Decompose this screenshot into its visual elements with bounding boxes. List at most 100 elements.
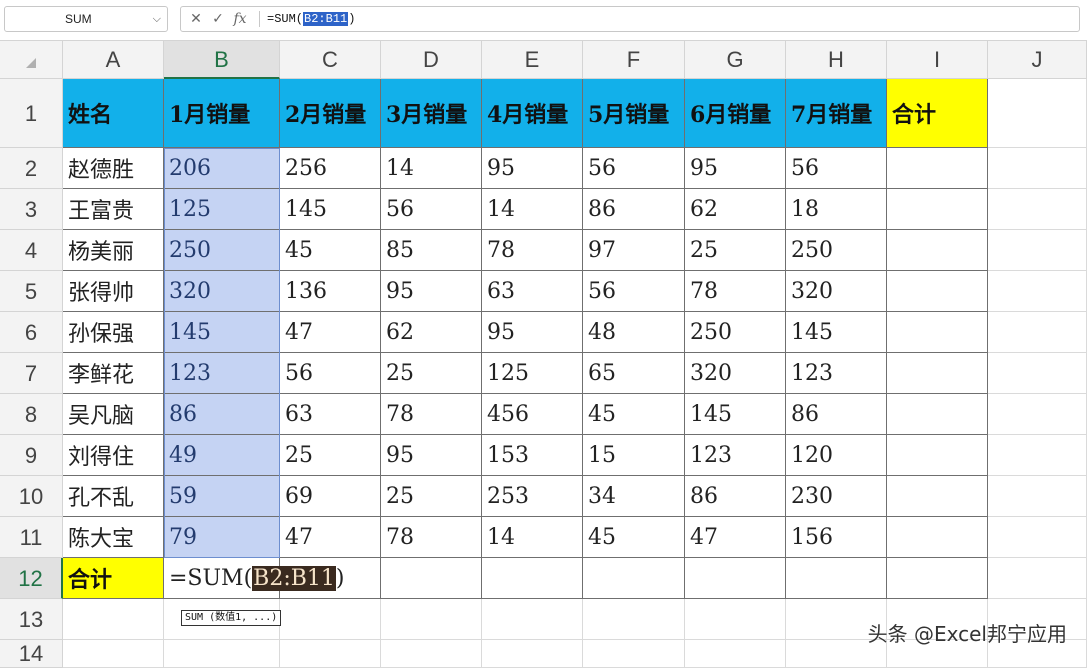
row-header-3[interactable]: 3 [0,189,63,230]
value-cell[interactable]: 320 [786,271,887,312]
row-header-10[interactable]: 10 [0,476,63,517]
row-header-8[interactable]: 8 [0,394,63,435]
value-cell[interactable]: 145 [164,312,280,353]
column-header-j[interactable]: J [988,41,1087,79]
header-cell[interactable]: 2月销量 [280,79,381,148]
row-header-14[interactable]: 14 [0,640,63,668]
value-cell[interactable]: 65 [583,353,685,394]
value-cell[interactable]: 34 [583,476,685,517]
value-cell[interactable] [887,271,988,312]
header-cell[interactable]: 1月销量 [164,79,280,148]
value-cell[interactable]: 253 [482,476,583,517]
editing-cell[interactable]: =SUM(B2:B11) [164,558,345,599]
name-cell[interactable]: 孙保强 [63,312,164,353]
header-cell[interactable]: 7月销量 [786,79,887,148]
total-cell[interactable] [482,558,583,599]
value-cell[interactable]: 56 [280,353,381,394]
value-cell[interactable]: 250 [786,230,887,271]
row-header-5[interactable]: 5 [0,271,63,312]
value-cell[interactable]: 250 [164,230,280,271]
row-header-11[interactable]: 11 [0,517,63,558]
formula-input[interactable]: =SUM(B2:B11) [267,7,355,31]
enter-icon[interactable]: ✓ [209,9,227,29]
value-cell[interactable]: 456 [482,394,583,435]
total-label-cell[interactable]: 合计 [63,558,164,599]
column-header-b[interactable]: B [164,41,280,79]
value-cell[interactable]: 48 [583,312,685,353]
value-cell[interactable]: 25 [685,230,786,271]
name-cell[interactable]: 李鲜花 [63,353,164,394]
value-cell[interactable] [887,394,988,435]
cell[interactable] [988,312,1087,353]
name-cell[interactable]: 陈大宝 [63,517,164,558]
cell[interactable] [482,640,583,668]
value-cell[interactable]: 25 [381,476,482,517]
header-cell[interactable]: 姓名 [63,79,164,148]
value-cell[interactable]: 153 [482,435,583,476]
value-cell[interactable]: 49 [164,435,280,476]
value-cell[interactable]: 25 [280,435,381,476]
value-cell[interactable]: 63 [280,394,381,435]
name-cell[interactable]: 刘得住 [63,435,164,476]
value-cell[interactable] [887,189,988,230]
value-cell[interactable]: 47 [280,517,381,558]
cell[interactable] [164,640,280,668]
cell[interactable] [988,148,1087,189]
total-cell[interactable] [381,558,482,599]
cell[interactable] [583,599,685,640]
cell[interactable] [381,640,482,668]
cell[interactable] [988,517,1087,558]
row-header-9[interactable]: 9 [0,435,63,476]
value-cell[interactable]: 56 [786,148,887,189]
select-all-corner[interactable] [0,41,63,79]
value-cell[interactable]: 123 [786,353,887,394]
cell[interactable] [482,599,583,640]
cell[interactable] [583,640,685,668]
row-header-1[interactable]: 1 [0,79,63,148]
value-cell[interactable]: 86 [164,394,280,435]
name-cell[interactable]: 赵德胜 [63,148,164,189]
total-cell[interactable] [583,558,685,599]
value-cell[interactable]: 86 [685,476,786,517]
cell[interactable] [280,640,381,668]
row-header-12[interactable]: 12 [0,558,63,599]
value-cell[interactable]: 78 [381,517,482,558]
value-cell[interactable]: 79 [164,517,280,558]
value-cell[interactable]: 145 [685,394,786,435]
row-header-2[interactable]: 2 [0,148,63,189]
value-cell[interactable]: 62 [685,189,786,230]
row-header-7[interactable]: 7 [0,353,63,394]
column-header-e[interactable]: E [482,41,583,79]
total-cell[interactable] [786,558,887,599]
cell[interactable] [988,189,1087,230]
value-cell[interactable]: 78 [381,394,482,435]
column-header-f[interactable]: F [583,41,685,79]
value-cell[interactable] [887,435,988,476]
cell[interactable] [685,640,786,668]
value-cell[interactable]: 15 [583,435,685,476]
value-cell[interactable] [887,517,988,558]
value-cell[interactable]: 85 [381,230,482,271]
cancel-icon[interactable]: ✕ [187,9,205,29]
insert-function-icon[interactable]: fx [231,9,249,29]
value-cell[interactable]: 136 [280,271,381,312]
value-cell[interactable]: 18 [786,189,887,230]
value-cell[interactable]: 95 [381,435,482,476]
value-cell[interactable]: 45 [280,230,381,271]
value-cell[interactable]: 14 [482,189,583,230]
value-cell[interactable]: 156 [786,517,887,558]
value-cell[interactable]: 95 [685,148,786,189]
cell[interactable] [988,353,1087,394]
header-cell[interactable]: 6月销量 [685,79,786,148]
name-cell[interactable]: 王富贵 [63,189,164,230]
total-cell[interactable] [887,558,988,599]
value-cell[interactable]: 125 [164,189,280,230]
cell[interactable] [988,394,1087,435]
cell[interactable] [988,476,1087,517]
value-cell[interactable]: 78 [685,271,786,312]
value-cell[interactable]: 78 [482,230,583,271]
value-cell[interactable]: 95 [482,148,583,189]
value-cell[interactable]: 59 [164,476,280,517]
value-cell[interactable]: 320 [685,353,786,394]
column-header-a[interactable]: A [63,41,164,79]
